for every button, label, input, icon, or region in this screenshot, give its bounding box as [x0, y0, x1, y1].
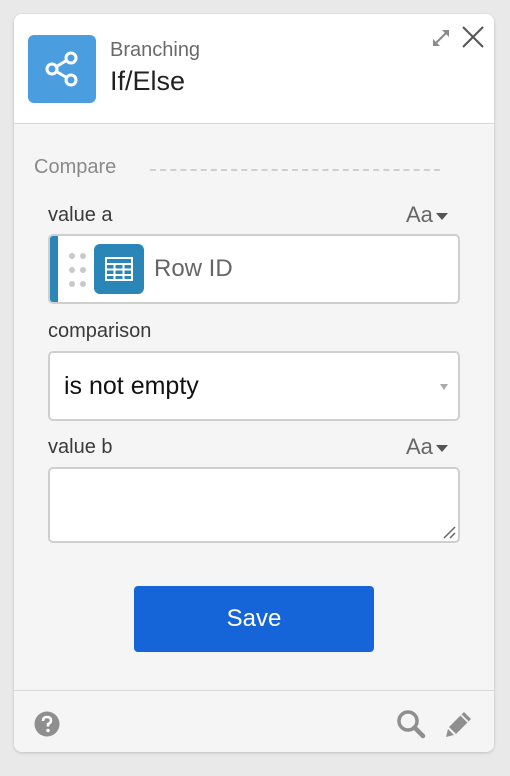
value-a-label: value a: [48, 204, 113, 226]
save-button[interactable]: Save: [134, 586, 374, 652]
help-icon[interactable]: [34, 711, 60, 737]
if-else-step-panel: Branching If/Else Compare value a Aa Row…: [14, 14, 494, 752]
panel-footer: [14, 690, 494, 752]
expand-icon[interactable]: [429, 26, 453, 50]
close-icon[interactable]: [460, 24, 486, 50]
value-b-format-toggle[interactable]: Aa: [406, 434, 448, 460]
step-title: If/Else: [110, 66, 186, 96]
format-toggle-label: Aa: [406, 202, 433, 227]
comparison-label: comparison: [48, 320, 152, 342]
pencil-icon[interactable]: [444, 709, 474, 739]
section-title: Compare: [34, 156, 117, 178]
drag-handle-icon[interactable]: [68, 251, 88, 289]
step-category: Branching: [110, 39, 201, 61]
value-b-label: value b: [48, 436, 113, 458]
share-icon: [28, 35, 96, 103]
chevron-down-icon: [440, 384, 448, 390]
caret-down-icon: [435, 444, 448, 452]
row-id-token: Row ID: [154, 255, 233, 282]
panel-header: Branching If/Else: [14, 14, 494, 124]
comparison-select[interactable]: is not empty: [48, 351, 460, 421]
caret-down-icon: [435, 212, 448, 220]
comparison-selected-value: is not empty: [64, 372, 199, 400]
section-divider: [150, 169, 440, 171]
resize-grip-icon[interactable]: [442, 525, 456, 539]
format-toggle-label: Aa: [406, 434, 433, 459]
search-icon[interactable]: [396, 709, 426, 739]
value-a-input[interactable]: Row ID: [48, 234, 460, 304]
value-b-textarea[interactable]: [48, 467, 460, 543]
value-a-format-toggle[interactable]: Aa: [406, 202, 448, 228]
input-accent-bar: [50, 236, 58, 302]
table-icon: [94, 244, 144, 294]
